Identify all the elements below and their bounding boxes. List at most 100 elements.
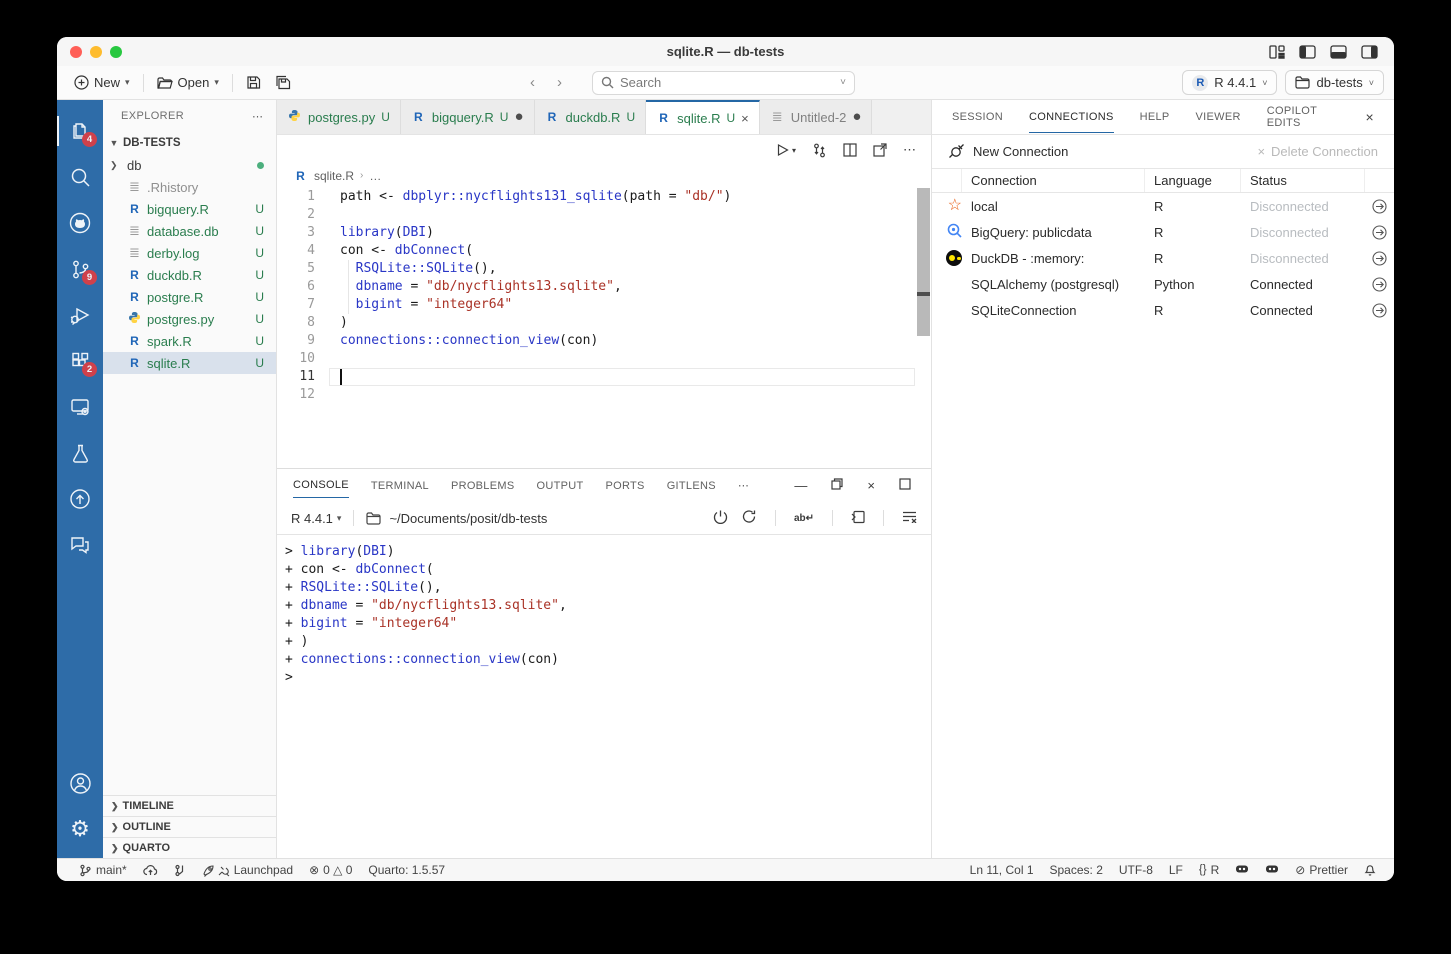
- column-header-status[interactable]: Status: [1241, 169, 1365, 192]
- toggle-secondary-sidebar-icon[interactable]: [1361, 45, 1378, 59]
- secondary-tab-connections[interactable]: CONNECTIONS: [1029, 102, 1114, 133]
- status-item[interactable]: ⊗0 △ 0: [301, 859, 360, 881]
- interpreter-selector[interactable]: R R 4.4.1 ˅: [1182, 70, 1277, 95]
- code-line-1[interactable]: 1path <- dbplyr::nycflights131_sqlite(pa…: [277, 188, 931, 206]
- run-file-button[interactable]: ▾: [775, 143, 796, 157]
- working-directory[interactable]: ~/Documents/posit/db-tests: [389, 511, 547, 526]
- split-editor-button[interactable]: [843, 143, 857, 157]
- status-item[interactable]: [166, 859, 194, 881]
- account-icon[interactable]: [57, 760, 103, 806]
- new-button[interactable]: New▾: [67, 72, 137, 93]
- save-button[interactable]: [239, 72, 268, 93]
- open-connection-icon[interactable]: [1365, 225, 1394, 240]
- column-header-connection[interactable]: Connection: [962, 169, 1145, 192]
- open-connection-icon[interactable]: [1365, 277, 1394, 292]
- close-panel-icon[interactable]: ×: [867, 478, 875, 493]
- panel-tab-terminal[interactable]: TERMINAL: [371, 474, 429, 498]
- file-item-duckdb.R[interactable]: Rduckdb.RU: [103, 264, 276, 286]
- code-line-3[interactable]: 3library(DBI): [277, 224, 931, 242]
- file-item-.Rhistory[interactable]: ≣.Rhistory: [103, 176, 276, 198]
- delete-connection-button[interactable]: × Delete Connection: [1257, 144, 1378, 159]
- run-debug-icon[interactable]: [57, 292, 103, 338]
- status-item[interactable]: LF: [1161, 863, 1191, 877]
- file-item-postgres.py[interactable]: postgres.pyU: [103, 308, 276, 330]
- search-icon[interactable]: [57, 154, 103, 200]
- editor-tab-Untitled-2[interactable]: ≣Untitled-2●: [760, 100, 873, 134]
- connection-row[interactable]: ☆ local R Disconnected: [932, 193, 1394, 219]
- editor-tab-duckdb.R[interactable]: Rduckdb.RU: [535, 100, 647, 134]
- toggle-panel-icon[interactable]: [1330, 45, 1347, 59]
- status-item[interactable]: [1227, 863, 1257, 875]
- sidebar-section-outline[interactable]: ❯OUTLINE: [103, 816, 276, 837]
- file-item-bigquery.R[interactable]: Rbigquery.RU: [103, 198, 276, 220]
- settings-gear-icon[interactable]: ⚙: [57, 806, 103, 852]
- explorer-more-actions-icon[interactable]: ⋯: [252, 110, 264, 123]
- file-item-database.db[interactable]: ≣database.dbU: [103, 220, 276, 242]
- panel-tab-output[interactable]: OUTPUT: [536, 474, 583, 498]
- close-secondary-panel-icon[interactable]: ×: [1366, 109, 1394, 125]
- file-item-derby.log[interactable]: ≣derby.logU: [103, 242, 276, 264]
- status-item[interactable]: [1257, 863, 1287, 875]
- code-editor[interactable]: 1path <- dbplyr::nycflights131_sqlite(pa…: [277, 186, 931, 468]
- secondary-tab-session[interactable]: SESSION: [952, 111, 1003, 123]
- code-line-8[interactable]: 8): [277, 314, 931, 332]
- code-line-7[interactable]: 7 bigint = "integer64": [277, 296, 931, 314]
- close-tab-icon[interactable]: ×: [741, 111, 749, 126]
- minimize-panel-icon[interactable]: —: [794, 478, 807, 493]
- status-item[interactable]: main*: [71, 859, 135, 881]
- customize-layout-icon[interactable]: [1269, 45, 1285, 59]
- status-item[interactable]: UTF-8: [1111, 863, 1161, 877]
- status-item[interactable]: Launchpad: [194, 859, 301, 881]
- console-interpreter-selector[interactable]: R 4.4.1▾: [291, 511, 341, 526]
- clear-console-icon[interactable]: [902, 510, 917, 526]
- file-item-postgre.R[interactable]: Rpostgre.RU: [103, 286, 276, 308]
- code-line-2[interactable]: 2: [277, 206, 931, 224]
- command-center-search[interactable]: Search ˅: [592, 71, 855, 95]
- status-item[interactable]: ⊘Prettier: [1287, 863, 1356, 877]
- column-header-language[interactable]: Language: [1145, 169, 1241, 192]
- extensions-icon[interactable]: 2: [57, 338, 103, 384]
- code-line-11[interactable]: 11: [277, 368, 931, 386]
- panel-tab-console[interactable]: CONSOLE: [293, 473, 349, 498]
- source-control-icon[interactable]: 9: [57, 246, 103, 292]
- testing-icon[interactable]: [57, 430, 103, 476]
- connection-row[interactable]: DuckDB - :memory: R Disconnected: [932, 245, 1394, 271]
- code-line-4[interactable]: 4con <- dbConnect(: [277, 242, 931, 260]
- status-item[interactable]: [135, 859, 166, 881]
- open-in-new-window-button[interactable]: [873, 143, 887, 157]
- editor-tab-sqlite.R[interactable]: Rsqlite.RU×: [646, 100, 760, 134]
- sidebar-section-quarto[interactable]: ❯QUARTO: [103, 837, 276, 858]
- connection-row[interactable]: SQLiteConnection R Connected: [932, 297, 1394, 323]
- connection-row[interactable]: SQLAlchemy (postgresql) Python Connected: [932, 271, 1394, 297]
- editor-more-actions-icon[interactable]: ⋯: [903, 142, 917, 158]
- chevron-down-icon[interactable]: ˅: [840, 77, 846, 88]
- file-item-spark.R[interactable]: Rspark.RU: [103, 330, 276, 352]
- sidebar-section-timeline[interactable]: ❯TIMELINE: [103, 795, 276, 816]
- workspace-section-header[interactable]: ▼ DB-TESTS: [103, 132, 276, 154]
- code-line-10[interactable]: 10: [277, 350, 931, 368]
- status-item[interactable]: {}R: [1191, 863, 1227, 877]
- breadcrumb[interactable]: R sqlite.R › …: [277, 165, 931, 186]
- panel-tab-gitlens[interactable]: GITLENS: [667, 474, 716, 498]
- open-connection-icon[interactable]: [1365, 199, 1394, 214]
- status-item[interactable]: [1356, 863, 1384, 876]
- comments-icon[interactable]: [57, 522, 103, 568]
- editor-scrollbar[interactable]: [917, 188, 930, 336]
- status-item[interactable]: Quarto: 1.5.57: [360, 859, 453, 881]
- secondary-tab-copilot-edits[interactable]: COPILOT EDITS: [1267, 105, 1340, 129]
- restore-panel-icon[interactable]: [831, 478, 843, 493]
- save-all-button[interactable]: [268, 72, 299, 93]
- panel-tab-ports[interactable]: PORTS: [606, 474, 645, 498]
- toggle-primary-sidebar-icon[interactable]: [1299, 45, 1316, 59]
- code-line-12[interactable]: 12: [277, 386, 931, 404]
- editor-tab-bigquery.R[interactable]: Rbigquery.RU●: [401, 100, 535, 134]
- new-connection-button[interactable]: New Connection: [948, 144, 1068, 159]
- editor-tab-postgres.py[interactable]: postgres.pyU: [277, 100, 401, 134]
- connection-row[interactable]: BigQuery: publicdata R Disconnected: [932, 219, 1394, 245]
- maximize-panel-icon[interactable]: [899, 478, 911, 493]
- code-line-9[interactable]: 9connections::connection_view(con): [277, 332, 931, 350]
- source-file-button[interactable]: [812, 143, 827, 158]
- file-item-sqlite.R[interactable]: Rsqlite.RU: [103, 352, 276, 374]
- workspace-selector[interactable]: db-tests ˅: [1285, 70, 1384, 95]
- open-connection-icon[interactable]: [1365, 303, 1394, 318]
